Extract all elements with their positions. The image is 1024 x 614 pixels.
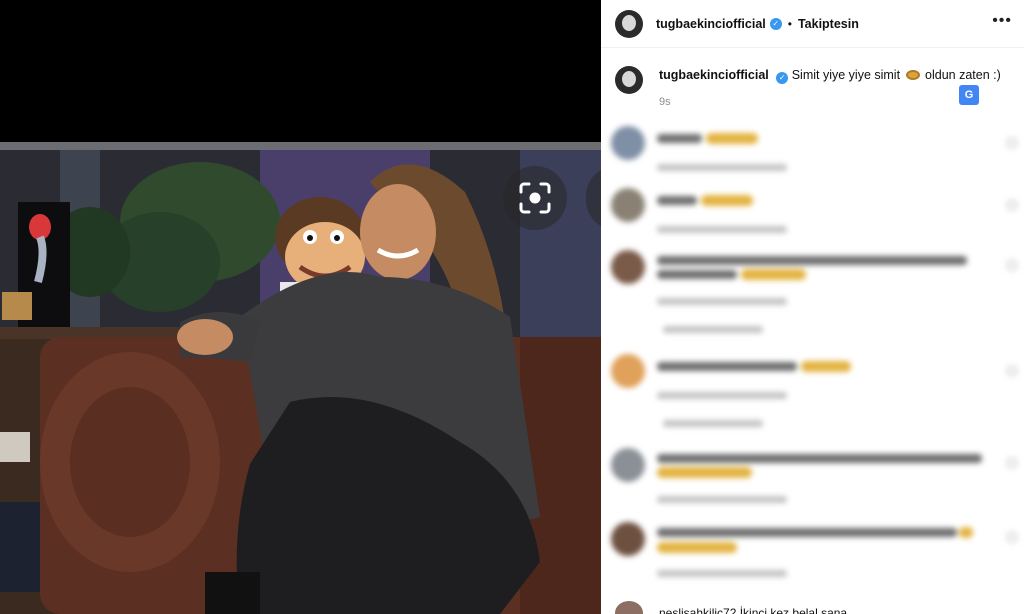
list-item — [611, 126, 1021, 182]
caption-body-end: oldun zaten :) — [925, 68, 1001, 82]
avatar[interactable] — [615, 601, 643, 614]
header-username[interactable]: tugbaekinciofficial — [656, 17, 766, 31]
list-item — [611, 522, 1021, 588]
header-separator: • — [787, 16, 792, 31]
visual-search-button[interactable] — [503, 166, 567, 230]
visual-search-icon — [519, 182, 551, 214]
list-item — [611, 250, 1021, 340]
list-item — [611, 188, 1021, 244]
avatar[interactable] — [615, 9, 643, 38]
caption-username[interactable]: tugbaekinciofficial — [659, 68, 769, 82]
post-media — [0, 0, 601, 614]
list-item — [611, 448, 1021, 518]
following-button[interactable]: Takiptesin — [798, 17, 859, 31]
caption-body: Simit yiye yiye simit — [791, 68, 901, 82]
comments-panel: tugbaekinciofficial ✓ • Takiptesin ••• t… — [601, 0, 1024, 614]
post-header: tugbaekinciofficial ✓ • Takiptesin — [601, 0, 1024, 48]
verified-badge-icon: ✓ — [769, 17, 782, 30]
translate-icon: G — [964, 89, 974, 101]
comment-text: neslisahkilic72 İkinci kez belal sana — [659, 606, 848, 614]
translate-button[interactable]: G — [959, 85, 979, 105]
caption-time: 9s — [659, 96, 671, 108]
list-item: neslisahkilic72 İkinci kez belal sana — [615, 601, 847, 614]
list-item — [611, 354, 1021, 434]
avatar[interactable] — [615, 66, 643, 94]
caption-text: tugbaekinciofficial ✓ Simit yiye yiye si… — [659, 68, 1001, 84]
more-options-icon[interactable]: ••• — [992, 12, 1012, 30]
simit-emoji-icon — [905, 70, 920, 80]
verified-badge-icon: ✓ — [776, 72, 789, 84]
